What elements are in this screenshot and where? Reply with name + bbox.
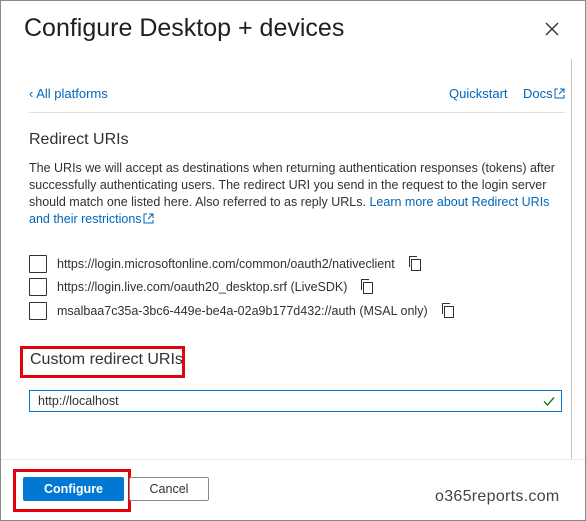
copy-icon[interactable] [359, 278, 375, 296]
uri-row: https://login.live.com/oauth20_desktop.s… [29, 277, 375, 297]
close-icon[interactable] [542, 19, 562, 39]
external-link-icon [143, 213, 154, 224]
copy-icon[interactable] [440, 302, 456, 320]
uri-text: msalbaa7c35a-3bc6-449e-be4a-02a9b177d432… [57, 304, 428, 318]
uri-text: https://login.live.com/oauth20_desktop.s… [57, 280, 348, 294]
header-divider [29, 112, 565, 113]
configure-panel: Configure Desktop + devices ‹ All platfo… [0, 0, 586, 521]
custom-redirect-label: Custom redirect URIs [30, 351, 183, 368]
panel-title: Configure Desktop + devices [24, 14, 345, 42]
docs-link[interactable]: Docs [523, 86, 565, 101]
uri-checkbox[interactable] [29, 278, 47, 296]
copy-icon[interactable] [407, 255, 423, 273]
cancel-button[interactable]: Cancel [129, 477, 209, 501]
uri-row: msalbaa7c35a-3bc6-449e-be4a-02a9b177d432… [29, 301, 456, 321]
footer-divider [1, 459, 585, 460]
back-link-label: All platforms [36, 86, 108, 101]
redirect-uris-heading: Redirect URIs [29, 131, 129, 148]
scrollbar-track[interactable] [571, 59, 572, 459]
uri-checkbox[interactable] [29, 255, 47, 273]
watermark: o365reports.com [435, 488, 560, 505]
custom-redirect-input[interactable]: http://localhost [29, 390, 562, 412]
configure-button[interactable]: Configure [23, 477, 124, 501]
uri-row: https://login.microsoftonline.com/common… [29, 254, 423, 274]
back-to-platforms-link[interactable]: ‹ All platforms [29, 86, 108, 101]
external-link-icon [554, 88, 565, 99]
uri-checkbox[interactable] [29, 302, 47, 320]
redirect-description: The URIs we will accept as destinations … [29, 160, 559, 228]
uri-text: https://login.microsoftonline.com/common… [57, 257, 395, 271]
quickstart-link[interactable]: Quickstart [449, 86, 508, 101]
custom-redirect-value[interactable]: http://localhost [38, 394, 541, 408]
docs-link-label: Docs [523, 86, 553, 101]
checkmark-icon [543, 397, 555, 407]
